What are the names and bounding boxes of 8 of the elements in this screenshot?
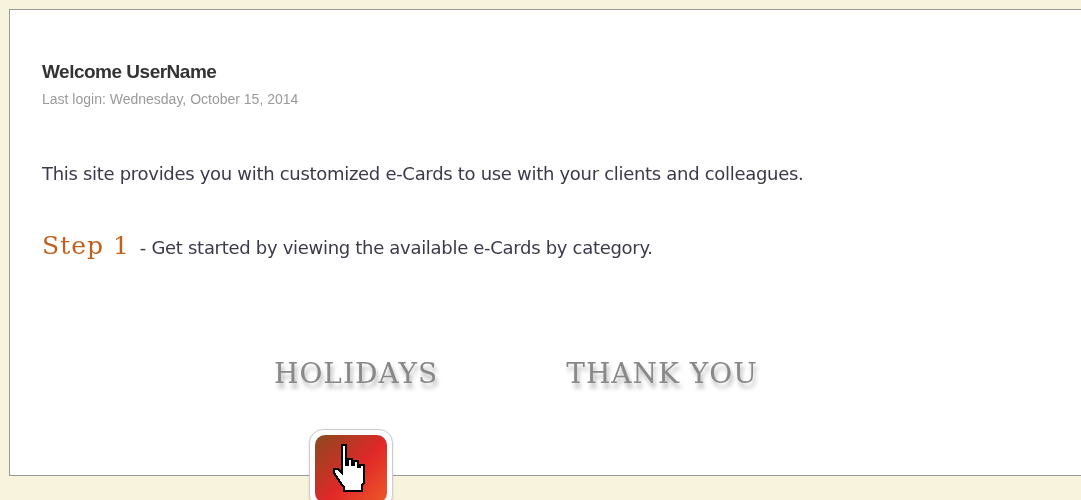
welcome-heading: Welcome UserName — [42, 60, 218, 84]
category-link[interactable]: THANK YOU — [566, 352, 758, 395]
pointer-button[interactable] — [309, 429, 393, 500]
intro-text: This site provides you with customized e-Cards to use with your clients and colleagues. — [42, 162, 805, 186]
step-text: - Get started by viewing the available e-Cards by category. — [139, 236, 653, 260]
category-link[interactable]: HOLIDAYS — [274, 352, 439, 395]
step-label: Step 1 — [42, 230, 130, 262]
last-login-text: Last login: Wednesday, October 15, 2014 — [42, 90, 300, 109]
